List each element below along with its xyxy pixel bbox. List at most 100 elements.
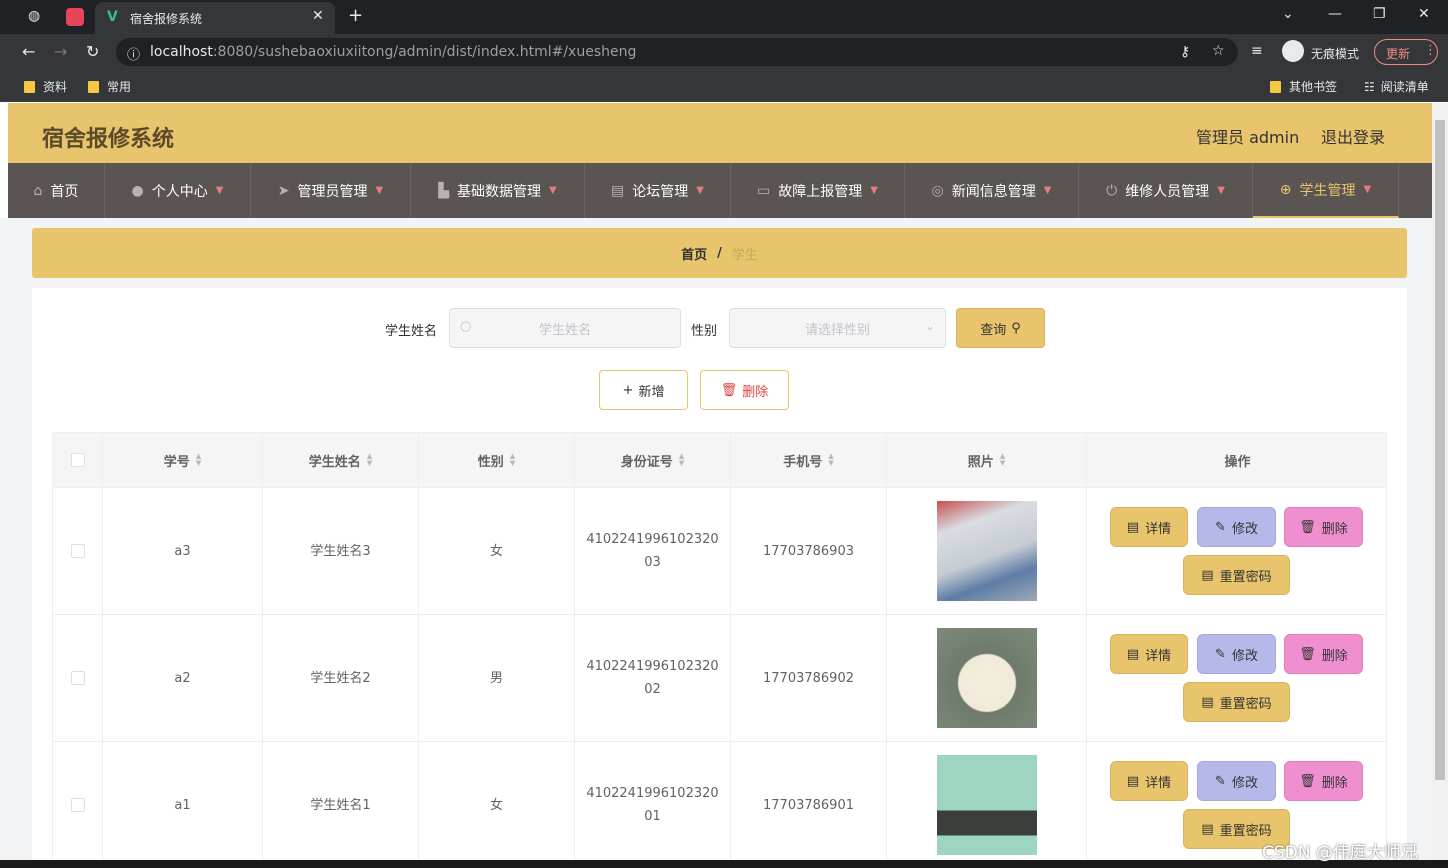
sort-icon[interactable]: ▲ ▼ bbox=[367, 453, 372, 467]
cell-idcard: 4102241996102320 01 bbox=[575, 742, 731, 867]
column-header[interactable]: 学号 ▲ ▼ bbox=[103, 433, 263, 488]
delete-button[interactable]: 🗑 删除 bbox=[700, 370, 789, 410]
power-icon: ⏻ bbox=[1106, 182, 1118, 199]
incognito-icon bbox=[1282, 40, 1304, 62]
reload-icon[interactable]: ↻ bbox=[86, 42, 99, 61]
student-photo[interactable] bbox=[936, 628, 1037, 728]
gender-select[interactable]: 请选择性别 ⌄ bbox=[729, 308, 946, 348]
row-checkbox[interactable] bbox=[70, 798, 85, 812]
detail-button[interactable]: ▤ 详情 bbox=[1110, 507, 1188, 547]
new-tab-icon[interactable]: + bbox=[348, 5, 363, 26]
close-window-icon[interactable]: ✕ bbox=[1418, 6, 1430, 22]
nav-item-basic-data[interactable]: ▙ 基础数据管理 ▼ bbox=[411, 163, 585, 218]
app-tab-icon[interactable] bbox=[66, 8, 84, 26]
document-icon: ▤ bbox=[1126, 519, 1140, 535]
menu-dots-icon[interactable]: ⋮ bbox=[1424, 43, 1437, 58]
forward-icon[interactable]: → bbox=[54, 42, 67, 61]
cell-gender: 女 bbox=[419, 742, 575, 867]
app-title: 宿舍报修系统 bbox=[42, 127, 175, 152]
name-label: 学生姓名 bbox=[385, 324, 438, 339]
star-icon[interactable]: ☆ bbox=[1212, 43, 1225, 59]
chevron-down-icon: ▼ bbox=[215, 185, 224, 196]
bookmark-folder[interactable]: 资料 bbox=[24, 78, 67, 95]
chevron-down-icon: ▼ bbox=[1217, 185, 1225, 196]
logout-link[interactable]: 退出登录 bbox=[1321, 124, 1385, 148]
nav-item-students[interactable]: ⊕ 学生管理 ▼ bbox=[1253, 163, 1399, 218]
chevron-down-icon[interactable]: ⌄ bbox=[1282, 6, 1294, 22]
nav-item-repair-staff[interactable]: ⏻ 维修人员管理 ▼ bbox=[1079, 163, 1253, 218]
breadcrumb: 首页 / 学生 bbox=[32, 228, 1407, 278]
sort-icon[interactable]: ▲ ▼ bbox=[510, 453, 515, 467]
restore-icon[interactable]: ❐ bbox=[1373, 6, 1386, 22]
home-icon: ⌂ bbox=[33, 182, 43, 199]
name-search-input[interactable]: ○ 学生姓名 bbox=[449, 308, 681, 348]
query-button[interactable]: 查询 ⚲ bbox=[956, 308, 1045, 348]
column-header[interactable]: 学生姓名 ▲ ▼ bbox=[263, 433, 419, 488]
tab-title: 宿舍报修系统 bbox=[130, 12, 203, 26]
edit-button[interactable]: ✎ 修改 bbox=[1197, 761, 1276, 801]
document-icon: ▤ bbox=[1201, 821, 1214, 837]
scrollbar-thumb[interactable] bbox=[1435, 120, 1445, 780]
reading-list-icon[interactable]: ≡ bbox=[1251, 43, 1263, 59]
add-button[interactable]: + 新增 bbox=[599, 370, 688, 410]
reset-password-button[interactable]: ▤ 重置密码 bbox=[1183, 555, 1290, 595]
bookmarks-bar bbox=[0, 70, 1448, 102]
column-header[interactable]: 手机号 ▲ ▼ bbox=[731, 433, 887, 488]
nav-item-forum[interactable]: ▤ 论坛管理 ▼ bbox=[585, 163, 731, 218]
bookmark-folder[interactable]: 常用 bbox=[88, 78, 131, 95]
brush-icon: ▙ bbox=[438, 182, 450, 199]
header-select-all[interactable] bbox=[53, 433, 103, 488]
row-checkbox-cell[interactable] bbox=[53, 488, 103, 615]
other-bookmarks[interactable]: 其他书签 bbox=[1270, 78, 1337, 95]
sort-icon[interactable]: ▲ ▼ bbox=[828, 453, 833, 467]
nav-item-profile[interactable]: ● 个人中心 ▼ bbox=[105, 163, 251, 218]
user-icon: ● bbox=[131, 182, 144, 199]
reset-password-button[interactable]: ▤ 重置密码 bbox=[1183, 682, 1290, 722]
column-header[interactable]: 身份证号 ▲ ▼ bbox=[575, 433, 731, 488]
nav-item-home[interactable]: ⌂ 首页 bbox=[8, 163, 105, 218]
globe-icon[interactable]: ◍ bbox=[28, 8, 40, 24]
nav-item-news[interactable]: ◎ 新闻信息管理 ▼ bbox=[905, 163, 1079, 218]
info-icon[interactable]: ⓘ bbox=[127, 44, 140, 63]
minimize-icon[interactable]: — bbox=[1328, 6, 1342, 22]
detail-button[interactable]: ▤ 详情 bbox=[1110, 761, 1188, 801]
row-checkbox-cell[interactable] bbox=[53, 615, 103, 742]
breadcrumb-current: 学生 bbox=[731, 247, 758, 263]
edit-button[interactable]: ✎ 修改 bbox=[1197, 507, 1276, 547]
cell-phone: 17703786903 bbox=[731, 488, 887, 615]
detail-button[interactable]: ▤ 详情 bbox=[1110, 634, 1188, 674]
search-icon: ⚲ bbox=[1011, 320, 1021, 336]
column-header[interactable]: 性别 ▲ ▼ bbox=[419, 433, 575, 488]
row-checkbox[interactable] bbox=[70, 671, 85, 685]
reading-list[interactable]: ☷ 阅读清单 bbox=[1364, 78, 1429, 95]
row-checkbox-cell[interactable] bbox=[53, 742, 103, 867]
document-icon: ▤ bbox=[1201, 694, 1214, 710]
chevron-down-icon: ▼ bbox=[696, 185, 704, 196]
watermark: CSDN @伟庭大师兄 bbox=[1262, 843, 1418, 863]
back-icon[interactable]: ← bbox=[22, 42, 35, 61]
crosshair-icon: ⊕ bbox=[1279, 181, 1292, 198]
student-photo[interactable] bbox=[936, 501, 1037, 601]
key-icon[interactable]: ⚷ bbox=[1180, 44, 1190, 60]
row-delete-button[interactable]: 🗑 删除 bbox=[1284, 761, 1363, 801]
close-tab-icon[interactable]: ✕ bbox=[312, 8, 324, 24]
student-photo[interactable] bbox=[936, 755, 1037, 855]
sort-icon[interactable]: ▲ ▼ bbox=[1000, 453, 1005, 467]
row-delete-button[interactable]: 🗑 删除 bbox=[1284, 634, 1363, 674]
column-header[interactable]: 照片 ▲ ▼ bbox=[887, 433, 1087, 488]
sort-icon[interactable]: ▲ ▼ bbox=[679, 453, 684, 467]
folder-icon bbox=[88, 81, 99, 93]
select-all-checkbox[interactable] bbox=[70, 453, 85, 467]
edit-button[interactable]: ✎ 修改 bbox=[1197, 634, 1276, 674]
document-icon: ▤ bbox=[1201, 567, 1214, 583]
chevron-down-icon: ▼ bbox=[1043, 185, 1052, 196]
row-delete-button[interactable]: 🗑 删除 bbox=[1284, 507, 1363, 547]
row-checkbox[interactable] bbox=[70, 544, 85, 558]
nav-item-admin[interactable]: ➤ 管理员管理 ▼ bbox=[251, 163, 411, 218]
nav-item-fault-report[interactable]: ▭ 故障上报管理 ▼ bbox=[731, 163, 905, 218]
sort-icon[interactable]: ▲ ▼ bbox=[196, 453, 201, 467]
breadcrumb-home[interactable]: 首页 bbox=[681, 244, 707, 263]
folder-icon bbox=[1270, 81, 1281, 93]
cell-phone: 17703786902 bbox=[731, 615, 887, 742]
document-icon: ▤ bbox=[1126, 773, 1140, 789]
